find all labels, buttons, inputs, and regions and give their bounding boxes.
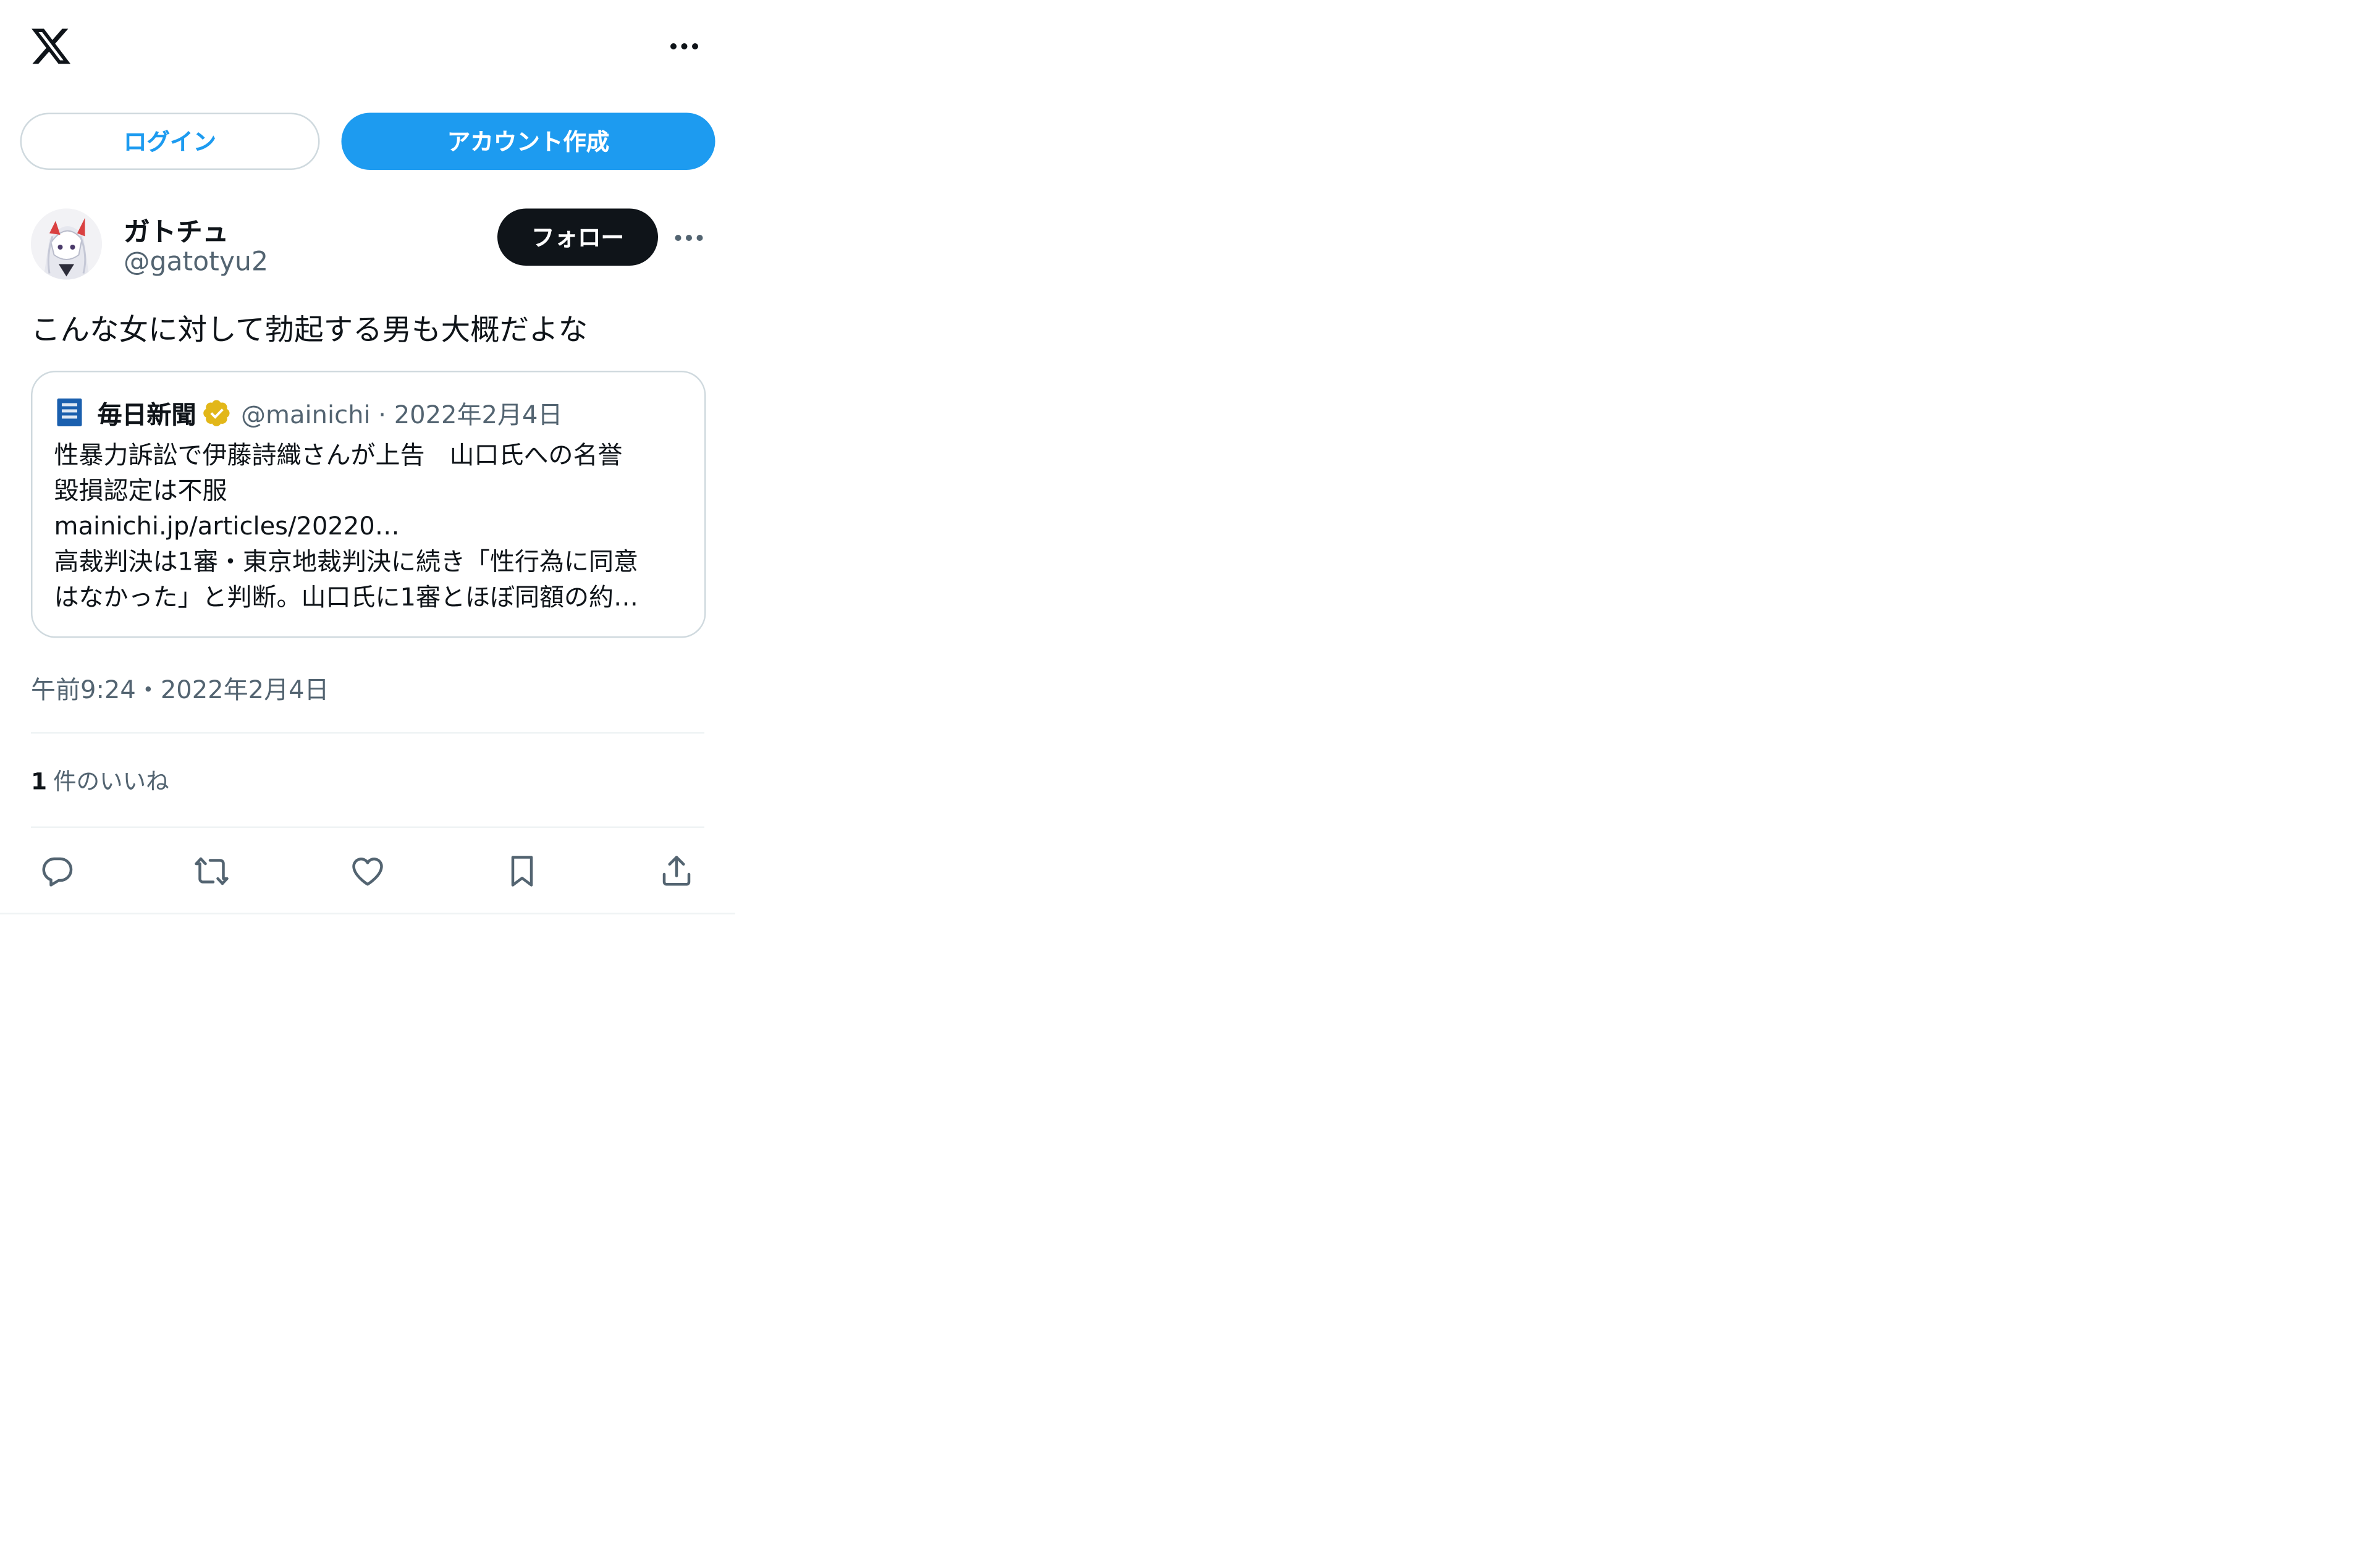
top-bar [0, 0, 735, 96]
post-text: こんな女に対して勃起する男も大概だよな [31, 313, 588, 348]
signup-button[interactable]: アカウント作成 [341, 112, 715, 170]
quote-link[interactable]: mainichi.jp/articles/20220… [54, 508, 691, 544]
likes-number: 1 [31, 767, 48, 796]
quote-line: はなかった」と判断。山口氏に1審とほぼ同額の約… [54, 582, 638, 612]
quote-line: 性暴力訴訟で伊藤詩織さんが上告 山口氏への名誉 [54, 440, 623, 470]
quoted-post[interactable]: 毎日新聞 @mainichi · 2022年2月4日 性暴力訴訟で伊藤詩織さんが… [31, 371, 706, 638]
quote-meta: @mainichi · 2022年2月4日 [241, 400, 563, 430]
like-icon[interactable] [345, 848, 391, 895]
author-name[interactable]: ガトチュ [124, 210, 229, 249]
divider [31, 826, 704, 828]
post-panel: ログイン アカウント作成 ガトチュ @gatotyu2 フォロー こんな女に対し… [0, 0, 735, 914]
avatar[interactable] [31, 208, 102, 280]
likes-count[interactable]: 1 件のいいね [31, 765, 169, 798]
verified-badge-icon [203, 398, 232, 428]
author-handle[interactable]: @gatotyu2 [124, 247, 268, 278]
mainichi-logo-icon [57, 399, 82, 426]
reply-icon[interactable] [34, 848, 80, 895]
login-button[interactable]: ログイン [20, 112, 320, 170]
quote-line: 毀損認定は不服 [54, 476, 227, 505]
quote-body: 性暴力訴訟で伊藤詩織さんが上告 山口氏への名誉 毀損認定は不服 mainichi… [54, 437, 691, 615]
more-icon[interactable] [664, 28, 704, 65]
post-timestamp[interactable]: 午前9:24・2022年2月4日 [31, 669, 329, 706]
share-icon[interactable] [654, 848, 700, 895]
bookmark-icon[interactable] [499, 848, 546, 895]
post-more-icon[interactable] [670, 219, 707, 256]
likes-label: 件のいいね [53, 767, 169, 796]
quote-header: 毎日新聞 @mainichi · 2022年2月4日 [57, 394, 563, 431]
quote-line: 高裁判決は1審・東京地裁判決に続き「性行為に同意 [54, 547, 638, 576]
divider [31, 732, 704, 734]
x-logo-icon[interactable] [30, 25, 73, 68]
quote-source-name: 毎日新聞 [97, 400, 196, 430]
follow-button[interactable]: フォロー [497, 208, 658, 266]
repost-icon[interactable] [188, 848, 235, 895]
